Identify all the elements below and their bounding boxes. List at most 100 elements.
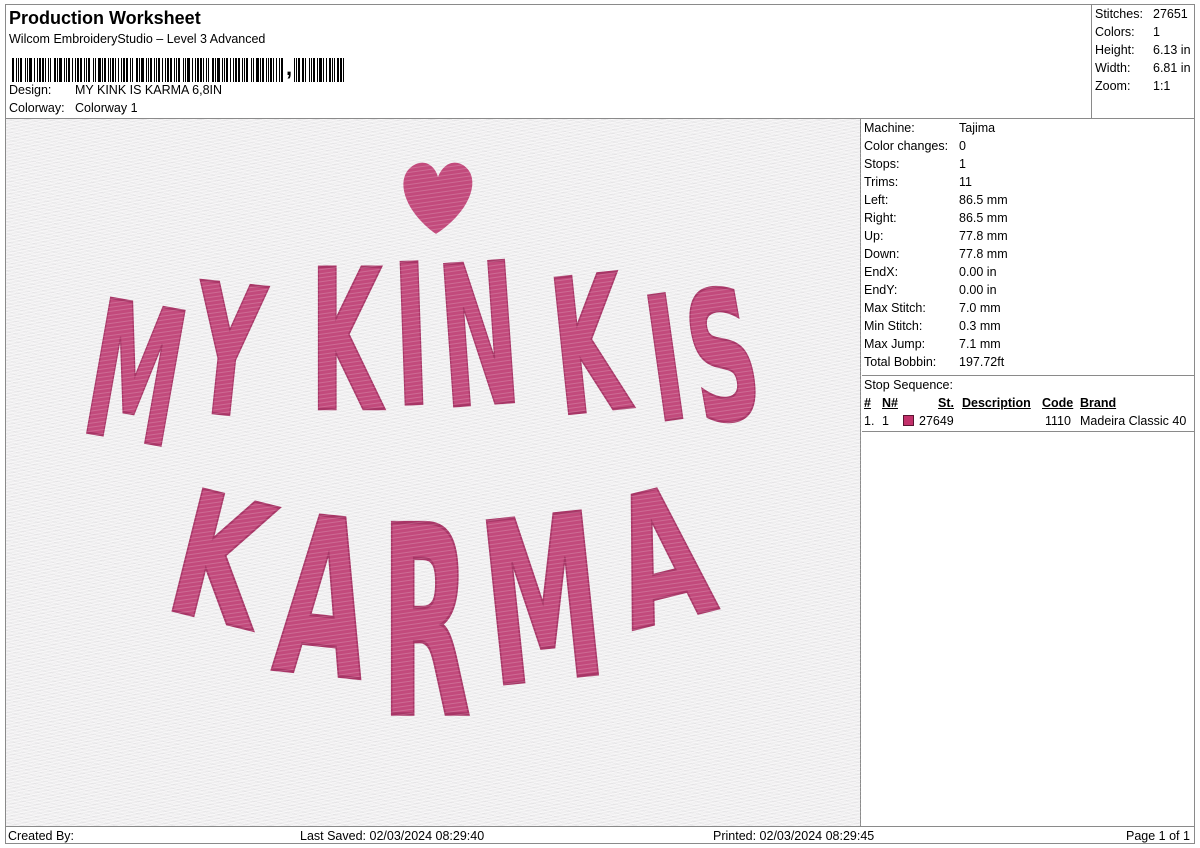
barcode-bar	[66, 58, 67, 82]
printed-date: Printed: 02/03/2024 08:29:45	[713, 829, 875, 843]
barcode-bar	[222, 58, 223, 82]
info-row: EndX: 0.00 in	[864, 265, 997, 279]
barcode-bar	[208, 58, 209, 82]
barcode-bar	[276, 58, 277, 82]
barcode-bar	[34, 58, 35, 82]
seq-n: 1	[882, 414, 889, 428]
barcode-bar	[174, 58, 175, 82]
barcode-bar	[48, 58, 49, 82]
barcode-separator: ,	[286, 55, 293, 80]
barcode-bar	[296, 58, 298, 82]
barcode-bar	[104, 58, 106, 82]
info-value: 0.00 in	[959, 265, 997, 279]
barcode-bar	[317, 58, 319, 82]
info-value: 197.72ft	[959, 355, 1005, 369]
barcode-bar	[150, 58, 152, 82]
info-label: Total Bobbin:	[864, 355, 937, 369]
barcode-bar	[233, 58, 234, 82]
design-letter: M	[471, 467, 614, 739]
divider	[862, 375, 1194, 376]
barcode-bar	[251, 58, 252, 82]
barcode-bar	[64, 58, 65, 82]
info-row: Max Jump: 7.1 mm	[864, 337, 1001, 351]
info-value: 0.00 in	[959, 283, 997, 297]
created-by: Created By:	[8, 829, 75, 843]
info-label: Min Stitch:	[864, 319, 923, 333]
barcode-bar	[200, 58, 202, 82]
info-value: 7.0 mm	[959, 301, 1001, 315]
barcode-bar	[37, 58, 38, 82]
barcode-bar	[253, 58, 254, 82]
barcode-bar	[84, 58, 85, 82]
info-label: Max Stitch:	[864, 301, 926, 315]
barcode-bar	[187, 58, 190, 82]
info-label: EndX:	[864, 265, 899, 279]
barcode-bar	[178, 58, 180, 82]
stat-label: Stitches:	[1095, 7, 1143, 21]
stat-value: 6.81 in	[1153, 61, 1191, 75]
barcode-bar	[158, 58, 160, 82]
barcode-bar	[72, 58, 73, 82]
stat-stitches: Stitches: 27651	[1095, 7, 1188, 21]
info-label: EndY:	[864, 283, 898, 297]
barcode-bar	[95, 58, 96, 82]
barcode-bar	[323, 58, 325, 82]
col-code: Code	[1042, 396, 1074, 410]
info-label: Up:	[864, 229, 884, 243]
stat-label: Colors:	[1095, 25, 1135, 39]
page-number: Page 1 of 1	[1126, 829, 1190, 843]
stat-height: Height: 6.13 in	[1095, 43, 1191, 57]
barcode-bar	[260, 58, 261, 82]
barcode-bar	[294, 58, 296, 82]
barcode-bar	[12, 58, 14, 82]
barcode-bar	[77, 58, 79, 82]
barcode-bar	[123, 58, 125, 82]
stat-colors: Colors: 1	[1095, 25, 1160, 39]
barcode-bar	[244, 58, 245, 82]
barcode-bar	[68, 58, 70, 82]
worksheet-footer: Created By: Last Saved: 02/03/2024 08:29…	[6, 827, 1194, 844]
barcode-bar	[206, 58, 207, 82]
barcode-bar	[226, 58, 228, 82]
barcode-bar	[165, 58, 166, 82]
seq-code: 1110	[1045, 414, 1071, 428]
barcode-bar	[126, 58, 128, 82]
barcode-bar	[59, 58, 62, 82]
barcode-bar	[298, 58, 301, 82]
barcode-bar	[25, 58, 26, 82]
info-row: EndY: 0.00 in	[864, 283, 997, 297]
barcode-bar	[302, 58, 305, 82]
barcode-bar	[217, 58, 220, 82]
info-value: 77.8 mm	[959, 229, 1008, 243]
barcode-bar	[146, 58, 147, 82]
barcode-bar	[329, 58, 332, 82]
barcode-bar	[305, 58, 307, 82]
machine-info-panel: Stop Sequence: # N# St. Description Code…	[862, 119, 1194, 827]
design-letter: R	[381, 470, 471, 776]
barcode-bar	[326, 58, 328, 82]
stat-width: Width: 6.81 in	[1095, 61, 1191, 75]
barcode-bar	[319, 58, 323, 82]
barcode-bar	[112, 58, 114, 82]
barcode-bar	[115, 58, 116, 82]
colorway-row: Colorway: Colorway 1	[9, 101, 138, 115]
info-value: 0	[959, 139, 966, 153]
stat-value: 27651	[1153, 7, 1188, 21]
barcode-bar	[185, 58, 186, 82]
barcode-bar	[281, 58, 283, 82]
design-letter: A	[266, 470, 382, 731]
barcode-bar	[311, 58, 313, 82]
page-title: Production Worksheet	[9, 8, 201, 28]
design-row: Design: MY KINK IS KARMA 6,8IN	[9, 83, 222, 97]
barcode-bar	[192, 58, 193, 82]
design-value: MY KINK IS KARMA 6,8IN	[75, 83, 223, 97]
barcode-bar	[132, 58, 133, 82]
barcode-bar	[230, 58, 231, 82]
barcode-bar	[340, 58, 343, 82]
heart-text-group: MY K I N KISKAR MA	[70, 162, 775, 777]
info-row: Min Stitch: 0.3 mm	[864, 319, 1001, 333]
worksheet-header: Production Worksheet Wilcom EmbroiderySt…	[6, 5, 1092, 118]
barcode-bar	[130, 58, 131, 82]
seq-st: 27649	[919, 414, 954, 428]
barcode-bar	[136, 58, 138, 82]
